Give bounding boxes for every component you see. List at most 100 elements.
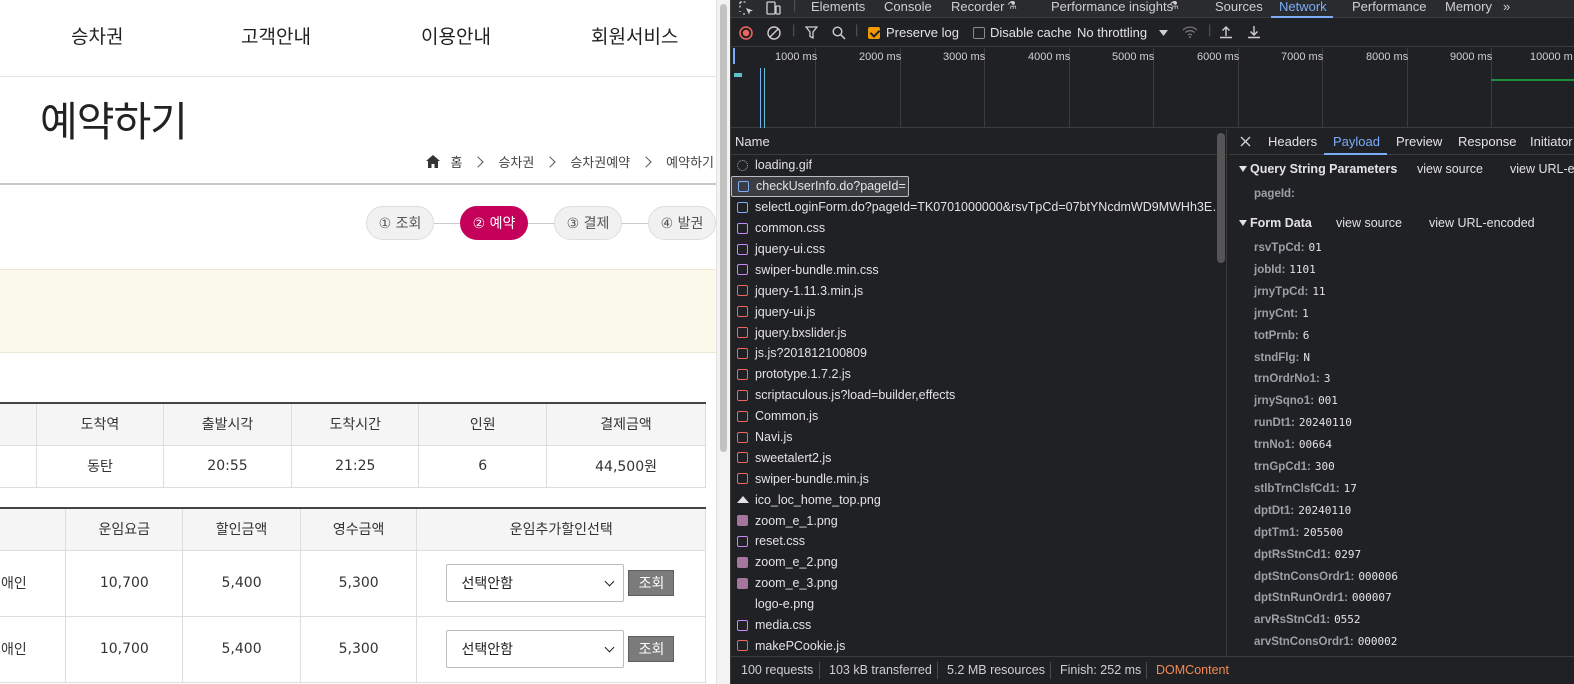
request-row[interactable]: swiper-bundle.min.css <box>731 259 1226 280</box>
network-conditions-icon[interactable] <box>1182 25 1198 39</box>
network-overview-timeline[interactable]: 1000 ms 2000 ms 3000 ms 4000 ms 5000 ms … <box>731 48 1574 128</box>
tab-headers[interactable]: Headers <box>1268 134 1317 149</box>
request-name: jquery-1.11.3.min.js <box>755 283 864 298</box>
breadcrumb-reservation[interactable]: 승차권예약 <box>570 152 630 171</box>
status-divider <box>1050 662 1051 679</box>
close-icon[interactable] <box>1240 136 1251 147</box>
breadcrumb-home[interactable]: 홈 <box>450 152 462 171</box>
request-row[interactable]: scriptaculous.js?load=builder,effects <box>731 385 1226 406</box>
request-row[interactable]: zoom_e_3.png <box>731 573 1226 594</box>
step-connector <box>622 222 648 224</box>
request-row[interactable]: makePCookie.js <box>731 635 1226 656</box>
lookup-button[interactable]: 조회 <box>628 636 675 662</box>
request-name: prototype.1.7.2.js <box>755 367 851 382</box>
request-row[interactable]: sweetalert2.js <box>731 447 1226 468</box>
form-data-title: Form Data <box>1250 216 1312 230</box>
preserve-log-checkbox[interactable] <box>868 27 880 39</box>
form-data-key: trnNo1: <box>1254 439 1295 452</box>
request-row[interactable]: jquery-ui.js <box>731 301 1226 322</box>
request-row[interactable]: zoom_e_1.png <box>731 510 1226 531</box>
total-amount: 44,500원 <box>546 444 706 488</box>
param-key: pageId: <box>1254 188 1295 200</box>
request-row[interactable]: Navi.js <box>731 427 1226 448</box>
form-data-value: 001 <box>1318 394 1338 408</box>
more-tabs-icon[interactable]: » <box>1503 0 1510 14</box>
request-row[interactable]: ico_loc_home_top.png <box>731 489 1226 510</box>
request-row[interactable]: jquery-1.11.3.min.js <box>731 280 1226 301</box>
disable-cache-checkbox[interactable] <box>973 27 985 39</box>
caret-down-icon[interactable] <box>1159 30 1168 36</box>
tab-elements[interactable]: Elements <box>811 0 865 14</box>
view-source-link[interactable]: view source <box>1417 162 1483 176</box>
domcontentloaded-time: DOMContent <box>1156 663 1229 677</box>
query-string-section-toggle[interactable]: Query String Parameters <box>1239 162 1397 176</box>
tab-recorder[interactable]: Recorder <box>951 0 1004 14</box>
column-header-name[interactable]: Name <box>731 129 1226 155</box>
request-name: media.css <box>755 618 812 633</box>
tab-console[interactable]: Console <box>884 0 932 14</box>
view-url-encoded-link[interactable]: view URL-e <box>1510 162 1574 176</box>
tab-initiator[interactable]: Initiator <box>1530 134 1573 149</box>
filter-icon[interactable] <box>805 26 818 39</box>
import-har-icon[interactable] <box>1219 25 1233 39</box>
export-har-icon[interactable] <box>1247 25 1261 39</box>
request-row[interactable]: jquery-ui.css <box>731 239 1226 260</box>
request-row[interactable]: checkUserInfo.do?pageId= <box>731 175 909 197</box>
discount-select[interactable]: 선택안함 <box>446 630 625 668</box>
request-name: makePCookie.js <box>755 638 846 653</box>
stylesheet-icon <box>737 222 748 234</box>
request-row[interactable]: logo-e.png <box>731 594 1226 615</box>
request-list-scrollbar[interactable] <box>1217 133 1225 263</box>
request-row[interactable]: reset.css <box>731 531 1226 552</box>
fare-table: 운임요금 할인금액 영수금액 운임추가할인선택 애인 10,700 5,400 … <box>0 507 706 683</box>
tab-memory[interactable]: Memory <box>1445 0 1492 14</box>
tab-preview[interactable]: Preview <box>1396 134 1442 149</box>
request-row[interactable]: selectLoginForm.do?pageId=TK0701000000&r… <box>731 197 1226 218</box>
nav-member-service[interactable]: 회원서비스 <box>591 22 678 49</box>
scrollbar-thumb[interactable] <box>720 4 727 452</box>
search-icon[interactable] <box>832 26 846 40</box>
tab-network[interactable]: Network <box>1279 0 1327 14</box>
timeline-label: 7000 ms <box>1281 51 1324 63</box>
clear-icon[interactable] <box>767 26 781 40</box>
network-status-bar: 100 requests 103 kB transferred 5.2 MB r… <box>731 656 1574 684</box>
tab-sources[interactable]: Sources <box>1215 0 1263 14</box>
device-toolbar-icon[interactable] <box>765 0 781 16</box>
request-row[interactable]: prototype.1.7.2.js <box>731 364 1226 385</box>
page-scrollbar[interactable] <box>716 0 730 684</box>
tab-performance[interactable]: Performance <box>1352 0 1426 14</box>
image-icon <box>737 556 748 568</box>
tab-response[interactable]: Response <box>1458 134 1517 149</box>
request-count: 100 requests <box>741 663 814 677</box>
request-row[interactable]: Common.js <box>731 406 1226 427</box>
arrival-time: 21:25 <box>291 444 420 488</box>
view-source-link[interactable]: view source <box>1336 216 1402 230</box>
nav-usage-guide[interactable]: 이용안내 <box>421 22 491 49</box>
lookup-button[interactable]: 조회 <box>628 570 675 596</box>
request-row[interactable]: js.js?201812100809 <box>731 343 1226 364</box>
form-data-row: jrnyTpCd: 11 <box>1254 285 1326 298</box>
tab-performance-insights[interactable]: Performance insights <box>1051 0 1173 14</box>
request-row[interactable]: common.css <box>731 218 1226 239</box>
view-url-encoded-link[interactable]: view URL-encoded <box>1429 216 1535 230</box>
form-data-section-toggle[interactable]: Form Data <box>1239 216 1312 230</box>
throttling-select[interactable]: No throttling <box>1077 25 1147 40</box>
request-row[interactable]: loading.gif <box>731 155 1226 176</box>
nav-ticket[interactable]: 승차권 <box>71 22 123 49</box>
script-icon <box>737 410 748 422</box>
request-row[interactable]: media.css <box>731 615 1226 636</box>
request-row[interactable]: swiper-bundle.min.js <box>731 468 1226 489</box>
active-tab-indicator <box>1324 153 1387 155</box>
request-row[interactable]: zoom_e_2.png <box>731 552 1226 573</box>
table-row: 동탄 20:55 21:25 6 44,500원 <box>0 444 706 488</box>
discount-select[interactable]: 선택안함 <box>446 564 625 602</box>
inspect-element-icon[interactable] <box>739 1 754 16</box>
request-row[interactable]: jquery.bxslider.js <box>731 322 1226 343</box>
home-icon[interactable] <box>426 155 441 168</box>
nav-customer-guide[interactable]: 고객안내 <box>241 22 311 49</box>
tab-payload[interactable]: Payload <box>1333 134 1380 149</box>
form-data-value: 6 <box>1302 328 1310 342</box>
record-stop-icon[interactable] <box>739 26 753 40</box>
step-indicator: ① 조회 ② 예약 ③ 결제 ④ 발권 <box>366 206 716 240</box>
breadcrumb-ticket[interactable]: 승차권 <box>498 152 534 171</box>
